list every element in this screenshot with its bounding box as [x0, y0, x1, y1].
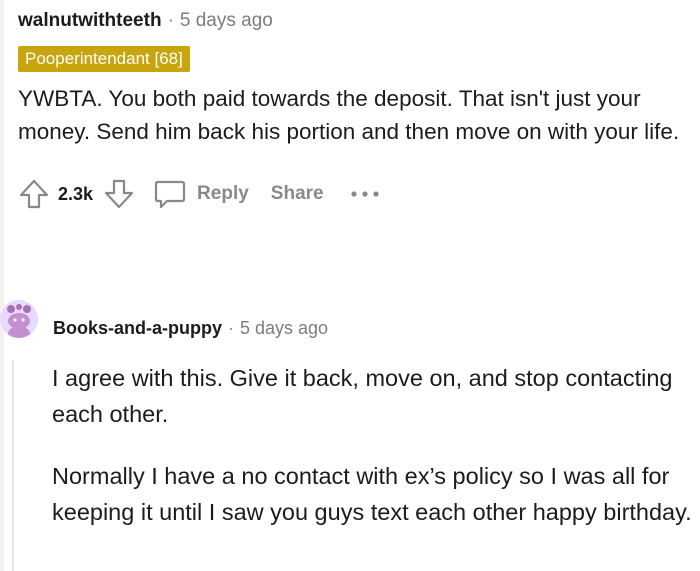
share-button[interactable]: Share — [271, 183, 324, 205]
downvote-arrow-icon[interactable] — [103, 178, 135, 210]
comment-body: I agree with this. Give it back, move on… — [52, 360, 692, 556]
comment-author[interactable]: Books-and-a-puppy — [53, 318, 222, 339]
reply-label: Reply — [197, 183, 249, 204]
comment: walnutwithteeth · 5 days ago Pooperinten… — [18, 10, 688, 212]
comment-body: YWBTA. You both paid towards the deposit… — [18, 86, 680, 144]
comment-actions: 2.3k Reply Share — [18, 176, 688, 212]
snoo-avatar-icon[interactable] — [0, 300, 38, 338]
reply-button[interactable]: Reply — [153, 178, 249, 210]
speech-bubble-icon — [153, 178, 187, 210]
comment-author[interactable]: walnutwithteeth — [18, 10, 162, 32]
more-horizontal-icon[interactable] — [350, 188, 380, 200]
thread-line[interactable] — [0, 0, 4, 571]
comment-paragraph: I agree with this. Give it back, move on… — [52, 365, 673, 427]
meta-separator: · — [228, 318, 234, 338]
comment-meta: Books-and-a-puppy · 5 days ago — [53, 318, 328, 339]
comment-timestamp[interactable]: 5 days ago — [180, 10, 273, 32]
meta-separator: · — [167, 10, 174, 31]
vote-count: 2.3k — [58, 183, 94, 204]
comment-meta: walnutwithteeth · 5 days ago — [18, 10, 688, 32]
user-flair: Pooperintendant [68] — [18, 46, 190, 72]
comment-paragraph: Normally I have a no contact with ex’s p… — [52, 463, 692, 525]
thread-line[interactable] — [12, 360, 14, 571]
upvote-arrow-icon[interactable] — [18, 178, 50, 210]
comment-timestamp[interactable]: 5 days ago — [240, 318, 328, 339]
